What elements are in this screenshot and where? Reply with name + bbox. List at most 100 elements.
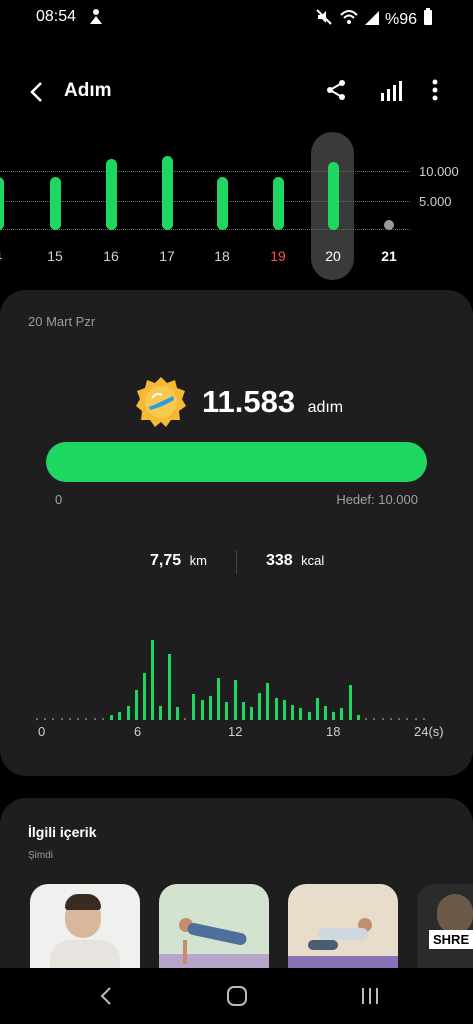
status-time: 08:54 — [36, 8, 77, 25]
hourly-dot — [44, 718, 46, 720]
nav-home-button[interactable] — [223, 982, 251, 1010]
distance-stat: 7,75 km — [150, 552, 207, 570]
hourly-bar — [168, 654, 171, 720]
summary-date: 20 Mart Pzr — [28, 314, 96, 329]
hourly-bar — [291, 705, 294, 720]
day-label-19[interactable]: 19 — [258, 248, 298, 264]
back-button[interactable] — [22, 78, 50, 106]
day-bar-19[interactable] — [273, 177, 284, 230]
hour-axis-24: 24(s) — [414, 724, 444, 739]
trends-button[interactable] — [377, 76, 405, 104]
hourly-bar — [266, 683, 269, 720]
related-title: İlgili içerik — [28, 824, 97, 840]
hourly-bar — [110, 715, 113, 720]
hourly-bar — [250, 707, 253, 720]
hourly-bar — [242, 702, 245, 720]
hourly-bar — [308, 712, 311, 720]
day-bar-17[interactable] — [162, 156, 173, 230]
gridline-10000 — [0, 171, 410, 172]
hourly-chart — [36, 620, 431, 720]
more-vert-icon — [432, 79, 438, 101]
day-label-17[interactable]: 17 — [147, 248, 187, 264]
system-nav-bar — [0, 968, 473, 1024]
hourly-bar — [143, 673, 146, 720]
hourly-bar — [127, 706, 130, 720]
mute-icon — [315, 8, 333, 31]
hourly-bar — [299, 708, 302, 720]
distance-unit: km — [189, 553, 207, 568]
calories-stat: 338 kcal — [266, 552, 324, 570]
hourly-bar — [357, 715, 360, 720]
achievement-badge-icon — [135, 376, 187, 433]
day-bar-4[interactable] — [0, 177, 4, 230]
hourly-dot — [69, 718, 71, 720]
progress-start-label: 0 — [55, 492, 63, 507]
hourly-bar — [340, 708, 343, 720]
nav-back-button[interactable] — [92, 982, 120, 1010]
share-button[interactable] — [322, 76, 350, 104]
more-options-button[interactable] — [421, 76, 449, 104]
steps-progress-bar — [46, 442, 427, 482]
hour-axis-6: 6 — [134, 724, 142, 739]
hourly-bar — [135, 690, 138, 720]
bar-chart-icon — [381, 81, 402, 101]
hourly-bar — [176, 707, 179, 720]
day-bar-16[interactable] — [106, 159, 117, 230]
nav-recents-button[interactable] — [356, 982, 384, 1010]
y-label-10000: 10.000 — [419, 164, 459, 179]
daily-summary-card: 20 Mart Pzr 11.583 adım 0 Hedef: 10.000 … — [0, 290, 473, 776]
y-label-5000: 5.000 — [419, 194, 452, 209]
share-icon — [327, 80, 345, 100]
day-bar-18[interactable] — [217, 177, 228, 230]
stat-divider — [236, 550, 237, 574]
day-label-20[interactable]: 20 — [313, 248, 353, 264]
nav-home-icon — [227, 986, 247, 1006]
steps-total: 11.583 adım — [202, 384, 343, 420]
day-label-21[interactable]: 21 — [369, 248, 409, 264]
hourly-bar — [159, 706, 162, 720]
calories-value: 338 — [266, 552, 293, 569]
related-subtitle: Şimdi — [28, 850, 54, 861]
day-bar-20[interactable] — [328, 162, 339, 230]
hourly-bar — [192, 694, 195, 720]
day-label-16[interactable]: 16 — [91, 248, 131, 264]
signal-icon — [364, 9, 379, 30]
gridline-5000 — [0, 201, 410, 202]
status-right: %96 — [315, 8, 433, 31]
day-label-18[interactable]: 18 — [202, 248, 242, 264]
hourly-dot — [373, 718, 375, 720]
hourly-dot — [85, 718, 87, 720]
back-arrow-icon — [30, 82, 42, 102]
hourly-dot — [184, 718, 186, 720]
hourly-dot — [36, 718, 38, 720]
hourly-bar — [349, 685, 352, 720]
distance-value: 7,75 — [150, 552, 182, 569]
calories-unit: kcal — [301, 553, 325, 568]
hourly-dot — [61, 718, 63, 720]
hourly-dot — [94, 718, 96, 720]
hourly-dot — [52, 718, 54, 720]
hourly-bar — [316, 698, 319, 720]
hourly-dot — [382, 718, 384, 720]
hourly-bar — [209, 696, 212, 720]
gridline-0 — [0, 229, 410, 230]
hourly-bar — [225, 702, 228, 720]
day-empty-dot-21[interactable] — [384, 220, 394, 230]
hourly-bar — [201, 700, 204, 720]
hourly-dot — [390, 718, 392, 720]
day-label-4[interactable]: 4 — [0, 248, 18, 264]
day-bar-15[interactable] — [50, 177, 61, 230]
status-bar: 08:54 %96 — [0, 0, 473, 36]
hourly-bar — [217, 678, 220, 720]
hour-axis-12: 12 — [228, 724, 243, 739]
hourly-bar — [283, 700, 286, 720]
steps-value: 11.583 — [202, 384, 296, 419]
thumbnail-4-label: SHRE — [429, 930, 473, 949]
hour-axis-0: 0 — [38, 724, 46, 739]
hourly-dot — [398, 718, 400, 720]
battery-percent: %96 — [384, 10, 417, 28]
hourly-dot — [423, 718, 425, 720]
hourly-dot — [415, 718, 417, 720]
day-label-15[interactable]: 15 — [35, 248, 75, 264]
hourly-dot — [102, 718, 104, 720]
